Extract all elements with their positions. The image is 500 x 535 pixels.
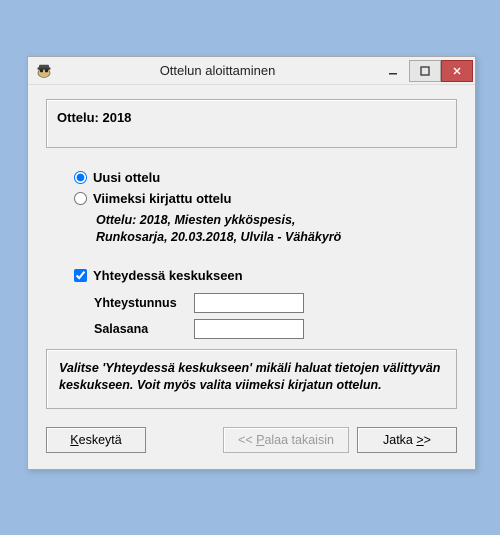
window-controls (377, 60, 473, 82)
minimize-button[interactable] (377, 60, 409, 82)
titlebar: Ottelun aloittaminen (28, 57, 475, 85)
maximize-button[interactable] (409, 60, 441, 82)
cancel-button[interactable]: Keskeytä (46, 427, 146, 453)
window-title: Ottelun aloittaminen (58, 63, 377, 78)
radio-new-match-row: Uusi ottelu (74, 170, 457, 185)
match-mode-radio-group: Uusi ottelu Viimeksi kirjattu ottelu Ott… (74, 170, 457, 246)
match-info-box: Ottelu: 2018 (46, 99, 457, 148)
match-info-label: Ottelu: 2018 (57, 110, 131, 125)
connect-checkbox-row: Yhteydessä keskukseen (74, 268, 457, 283)
password-input[interactable] (194, 319, 304, 339)
info-box: Valitse 'Yhteydessä keskukseen' mikäli h… (46, 349, 457, 409)
connection-id-label: Yhteystunnus (94, 296, 194, 310)
button-spacer (154, 427, 215, 453)
dialog-window: Ottelun aloittaminen Ottelu: 2018 Uusi o… (27, 56, 476, 470)
back-button: << Palaa takaisin (223, 427, 349, 453)
dialog-body: Ottelu: 2018 Uusi ottelu Viimeksi kirjat… (28, 85, 475, 469)
radio-last-match-label: Viimeksi kirjattu ottelu (93, 191, 231, 206)
radio-last-match-row: Viimeksi kirjattu ottelu (74, 191, 457, 206)
radio-new-match-label: Uusi ottelu (93, 170, 160, 185)
close-button[interactable] (441, 60, 473, 82)
connection-id-input[interactable] (194, 293, 304, 313)
connect-checkbox-label: Yhteydessä keskukseen (93, 268, 243, 283)
credentials-block: Yhteystunnus Salasana (94, 293, 457, 339)
button-row: Keskeytä << Palaa takaisin Jatka >> (46, 427, 457, 453)
radio-last-match[interactable] (74, 192, 87, 205)
password-label: Salasana (94, 322, 194, 336)
last-match-details: Ottelu: 2018, Miesten ykköspesis, Runkos… (96, 212, 356, 246)
next-button[interactable]: Jatka >> (357, 427, 457, 453)
radio-new-match[interactable] (74, 171, 87, 184)
app-icon (36, 64, 52, 78)
connect-checkbox[interactable] (74, 269, 87, 282)
password-row: Salasana (94, 319, 457, 339)
connection-id-row: Yhteystunnus (94, 293, 457, 313)
